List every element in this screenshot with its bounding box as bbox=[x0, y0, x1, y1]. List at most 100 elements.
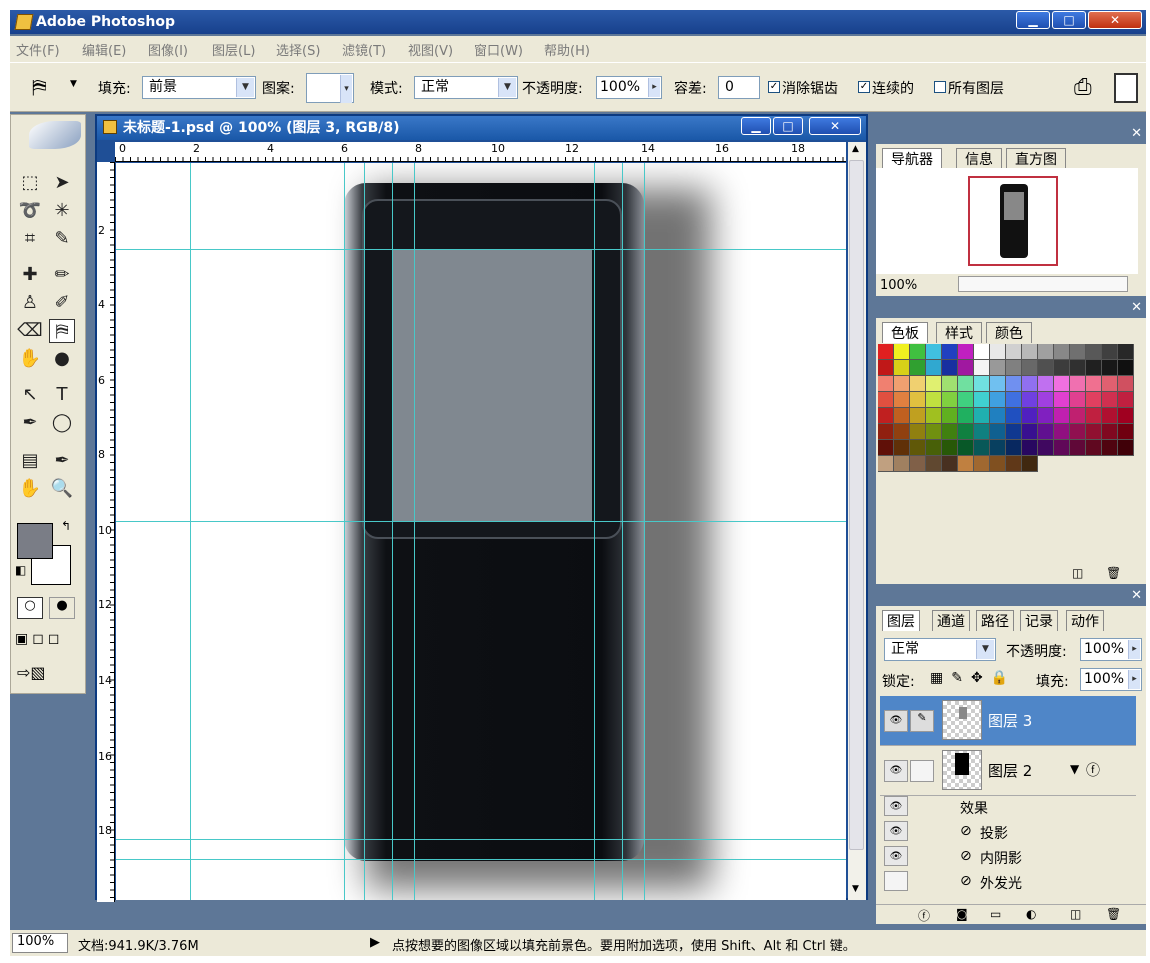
color-swatch[interactable] bbox=[1118, 344, 1134, 360]
move-icon[interactable]: ➤ bbox=[49, 171, 75, 195]
tab-paths[interactable]: 路径 bbox=[976, 610, 1014, 631]
color-swatch[interactable] bbox=[942, 344, 958, 360]
color-swatch[interactable] bbox=[894, 360, 910, 376]
color-swatch[interactable] bbox=[942, 440, 958, 456]
pattern-picker[interactable]: ▾ bbox=[306, 73, 354, 103]
menu-edit[interactable]: 编辑(E) bbox=[82, 40, 126, 59]
eye-hidden-box[interactable] bbox=[884, 871, 908, 891]
color-swatch[interactable] bbox=[1022, 344, 1038, 360]
color-swatch[interactable] bbox=[942, 456, 958, 472]
color-swatch[interactable] bbox=[1086, 440, 1102, 456]
eye-icon[interactable]: 👁 bbox=[884, 846, 908, 866]
all-layers-checkbox[interactable] bbox=[934, 81, 946, 93]
color-swatch[interactable] bbox=[926, 424, 942, 440]
color-swatch[interactable] bbox=[926, 440, 942, 456]
color-swatch[interactable] bbox=[1054, 360, 1070, 376]
magic-wand-icon[interactable]: ✳ bbox=[49, 199, 75, 223]
color-swatch[interactable] bbox=[958, 360, 974, 376]
path-select-icon[interactable]: ↖ bbox=[17, 383, 43, 407]
color-swatch[interactable] bbox=[1038, 344, 1054, 360]
eraser-icon[interactable]: ⌫ bbox=[17, 319, 43, 343]
color-swatch[interactable] bbox=[1022, 376, 1038, 392]
color-swatch[interactable] bbox=[1006, 392, 1022, 408]
color-swatch[interactable] bbox=[1022, 456, 1038, 472]
color-swatch[interactable] bbox=[1086, 392, 1102, 408]
color-swatch[interactable] bbox=[974, 440, 990, 456]
mode-select[interactable]: 正常 ▼ bbox=[414, 76, 518, 99]
blur-icon[interactable]: ✋ bbox=[17, 347, 43, 371]
color-swatch[interactable] bbox=[910, 424, 926, 440]
color-swatch[interactable] bbox=[1006, 376, 1022, 392]
doc-close-button[interactable]: ✕ bbox=[809, 117, 861, 135]
menu-layer[interactable]: 图层(L) bbox=[212, 40, 255, 59]
color-swatch[interactable] bbox=[942, 392, 958, 408]
color-swatch[interactable] bbox=[942, 360, 958, 376]
color-swatch[interactable] bbox=[1038, 392, 1054, 408]
color-swatch[interactable] bbox=[942, 376, 958, 392]
color-swatch[interactable] bbox=[878, 344, 894, 360]
color-swatch[interactable] bbox=[1022, 392, 1038, 408]
color-swatch[interactable] bbox=[1086, 376, 1102, 392]
marquee-icon[interactable]: ⬚ bbox=[17, 171, 43, 195]
color-swatch[interactable] bbox=[974, 344, 990, 360]
color-swatch[interactable] bbox=[958, 392, 974, 408]
color-swatch[interactable] bbox=[974, 360, 990, 376]
crop-icon[interactable]: ⌗ bbox=[17, 227, 43, 251]
opacity-input[interactable]: 100% ▸ bbox=[596, 76, 662, 99]
notes-icon[interactable]: ▤ bbox=[17, 449, 43, 473]
color-swatch[interactable] bbox=[1038, 376, 1054, 392]
swatch-grid[interactable] bbox=[878, 344, 1134, 472]
file-browser-icon[interactable]: ⎙ bbox=[1074, 75, 1092, 100]
color-swatch[interactable] bbox=[894, 376, 910, 392]
color-swatch[interactable] bbox=[926, 376, 942, 392]
tab-color[interactable]: 颜色 bbox=[986, 322, 1032, 343]
color-swatch[interactable] bbox=[910, 408, 926, 424]
tab-layers[interactable]: 图层 bbox=[882, 610, 920, 631]
paint-bucket-tool-preset-icon[interactable]: ⛿ bbox=[32, 75, 47, 99]
color-swatch[interactable] bbox=[894, 424, 910, 440]
color-swatch[interactable] bbox=[1102, 424, 1118, 440]
color-swatch[interactable] bbox=[894, 440, 910, 456]
tool-preset-dropdown-icon[interactable]: ▼ bbox=[70, 79, 77, 89]
color-swatch[interactable] bbox=[958, 424, 974, 440]
menu-file[interactable]: 文件(F) bbox=[16, 40, 60, 59]
color-swatch[interactable] bbox=[974, 424, 990, 440]
eye-icon[interactable]: 👁 bbox=[884, 796, 908, 816]
effect-outer-glow[interactable]: 外发光 bbox=[980, 873, 1022, 893]
color-swatch[interactable] bbox=[990, 456, 1006, 472]
color-swatch[interactable] bbox=[1102, 408, 1118, 424]
close-icon[interactable]: ✕ bbox=[1131, 126, 1142, 141]
pen-icon[interactable]: ✒ bbox=[17, 411, 43, 435]
color-swatch[interactable] bbox=[974, 456, 990, 472]
color-swatch[interactable] bbox=[1118, 360, 1134, 376]
folder-icon[interactable]: ▭ bbox=[990, 907, 1001, 921]
close-button[interactable]: ✕ bbox=[1088, 11, 1142, 29]
scroll-thumb[interactable] bbox=[849, 160, 864, 850]
history-brush-icon[interactable]: ✐ bbox=[49, 291, 75, 315]
color-swatch[interactable] bbox=[1118, 424, 1134, 440]
color-swatch[interactable] bbox=[1070, 424, 1086, 440]
color-swatch[interactable] bbox=[1102, 392, 1118, 408]
color-swatch[interactable] bbox=[942, 424, 958, 440]
scroll-down-icon[interactable]: ▼ bbox=[852, 884, 859, 894]
menu-help[interactable]: 帮助(H) bbox=[544, 40, 590, 59]
layer-name[interactable]: 图层 2 bbox=[988, 760, 1032, 781]
layer-link-box[interactable] bbox=[910, 760, 934, 782]
color-swatch[interactable] bbox=[1102, 376, 1118, 392]
new-layer-icon[interactable]: ◫ bbox=[1070, 907, 1081, 921]
color-swatch[interactable] bbox=[1118, 376, 1134, 392]
color-swatch[interactable] bbox=[1102, 360, 1118, 376]
effect-inner-shadow[interactable]: 内阴影 bbox=[980, 848, 1022, 868]
close-icon[interactable]: ✕ bbox=[1131, 588, 1142, 603]
color-swatch[interactable] bbox=[974, 408, 990, 424]
swap-colors-icon[interactable]: ↰ bbox=[61, 519, 71, 533]
color-swatch[interactable] bbox=[1006, 408, 1022, 424]
color-swatch[interactable] bbox=[910, 376, 926, 392]
color-swatch[interactable] bbox=[878, 440, 894, 456]
slice-icon[interactable]: ✎ bbox=[49, 227, 75, 251]
color-swatch[interactable] bbox=[958, 440, 974, 456]
contiguous-checkbox[interactable]: ✓ bbox=[858, 81, 870, 93]
mask-icon[interactable]: ◙ bbox=[956, 907, 968, 921]
color-swatch[interactable] bbox=[1086, 424, 1102, 440]
layer-style-icon[interactable]: ⓕ bbox=[918, 907, 930, 924]
